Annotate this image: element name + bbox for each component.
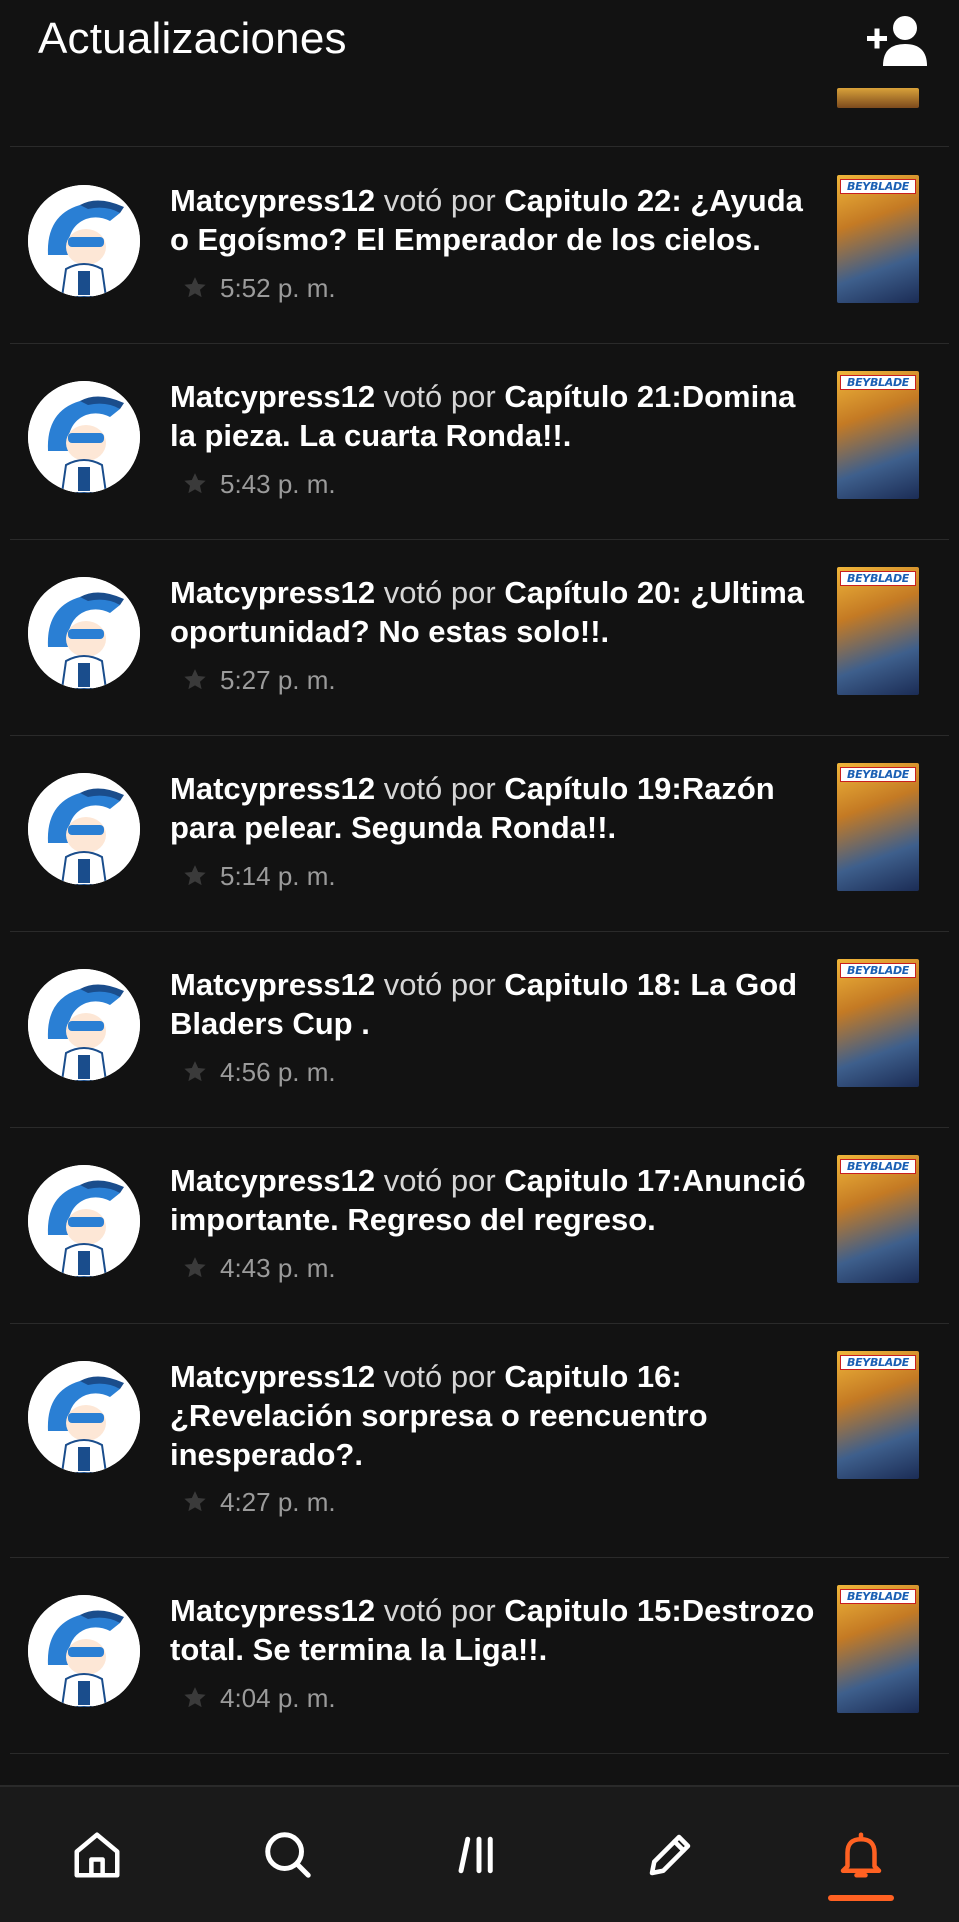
avatar[interactable] [28,1165,140,1277]
nav-notifications[interactable] [806,1807,916,1907]
activity-text: Matcypress12 votó por Capitulo 18: La Go… [170,965,826,1043]
star-icon [182,471,208,497]
username-link[interactable]: Matcypress12 [170,771,375,806]
cover-title: BEYBLADE [840,1159,916,1174]
activity-text: Matcypress12 votó por Capitulo 16: ¿Reve… [170,1357,826,1474]
story-cover[interactable]: BEYBLADE [837,1585,919,1713]
search-icon [261,1828,315,1887]
star-icon [182,1685,208,1711]
list-item[interactable]: Matcypress12 votó por Capítulo 20: ¿Ulti… [10,539,949,736]
username-link[interactable]: Matcypress12 [170,1163,375,1198]
avatar[interactable] [28,381,140,493]
list-item[interactable]: Matcypress12 votó por Capitulo 17:Anunci… [10,1127,949,1324]
cover-title: BEYBLADE [840,179,916,194]
star-icon [182,667,208,693]
list-item[interactable]: Matcypress12 votó por Capitulo 18: La Go… [10,931,949,1128]
activity-verb: votó por [375,1359,505,1394]
page-title: Actualizaciones [38,14,347,63]
avatar[interactable] [28,185,140,297]
activity-feed[interactable]: Matcypress12 votó por Capitulo 22: ¿Ayud… [0,0,959,1785]
add-user-icon [865,16,931,72]
activity-meta: 5:52 p. m. [182,271,336,305]
star-icon [182,1059,208,1085]
activity-verb: votó por [375,183,505,218]
activity-verb: votó por [375,575,505,610]
list-item[interactable]: Matcypress12 votó por Capitulo 15:Destro… [10,1557,949,1754]
list-item[interactable]: Matcypress12 votó por Capítulo 21:Domina… [10,343,949,540]
cover-title: BEYBLADE [840,375,916,390]
activity-meta: 5:27 p. m. [182,663,336,697]
cover-title: BEYBLADE [840,571,916,586]
timestamp: 4:56 p. m. [220,1057,336,1087]
timestamp: 5:14 p. m. [220,861,336,891]
activity-verb: votó por [375,379,505,414]
cover-title: BEYBLADE [840,1355,916,1370]
bottom-navigation [0,1785,959,1922]
nav-search[interactable] [233,1807,343,1907]
story-cover[interactable] [837,88,919,108]
star-icon [182,275,208,301]
activity-meta: 4:43 p. m. [182,1251,336,1285]
activity-text: Matcypress12 votó por Capítulo 21:Domina… [170,377,826,455]
timestamp: 4:43 p. m. [220,1253,336,1283]
list-item[interactable]: Matcypress12 votó por Capitulo 16: ¿Reve… [10,1323,949,1558]
list-item[interactable]: Matcypress12 votó por Capitulo 22: ¿Ayud… [10,147,949,344]
story-cover[interactable]: BEYBLADE [837,763,919,891]
star-icon [182,1255,208,1281]
username-link[interactable]: Matcypress12 [170,183,375,218]
avatar[interactable] [28,1361,140,1473]
nav-home[interactable] [42,1807,152,1907]
username-link[interactable]: Matcypress12 [170,1593,375,1628]
add-friend-button[interactable] [865,12,931,68]
timestamp: 4:04 p. m. [220,1683,336,1713]
activity-verb: votó por [375,967,505,1002]
timestamp: 5:52 p. m. [220,273,336,303]
story-cover[interactable]: BEYBLADE [837,959,919,1087]
activity-text: Matcypress12 votó por Capitulo 15:Destro… [170,1591,826,1669]
cover-title: BEYBLADE [840,1589,916,1604]
list-item[interactable] [10,88,949,147]
cover-title: BEYBLADE [840,963,916,978]
story-cover[interactable]: BEYBLADE [837,175,919,303]
avatar[interactable] [28,969,140,1081]
timestamp: 5:27 p. m. [220,665,336,695]
story-cover[interactable]: BEYBLADE [837,371,919,499]
activity-text: Matcypress12 votó por Capítulo 20: ¿Ulti… [170,573,826,651]
activity-text: Matcypress12 votó por Capitulo 17:Anunci… [170,1161,826,1239]
avatar[interactable] [28,1595,140,1707]
story-cover[interactable]: BEYBLADE [837,1155,919,1283]
pencil-icon [643,1828,697,1887]
activity-meta: 5:43 p. m. [182,467,336,501]
cover-title: BEYBLADE [840,767,916,782]
activity-meta: 5:14 p. m. [182,859,336,893]
star-icon [182,1489,208,1515]
activity-text: Matcypress12 votó por Capitulo 22: ¿Ayud… [170,181,826,259]
username-link[interactable]: Matcypress12 [170,575,375,610]
timestamp: 4:27 p. m. [220,1487,336,1517]
library-icon [452,1828,506,1887]
timestamp: 5:43 p. m. [220,469,336,499]
bell-icon [834,1828,888,1887]
avatar[interactable] [28,577,140,689]
activity-meta: 4:56 p. m. [182,1055,336,1089]
star-icon [182,863,208,889]
activity-meta: 4:04 p. m. [182,1681,336,1715]
story-cover[interactable]: BEYBLADE [837,567,919,695]
nav-write[interactable] [615,1807,725,1907]
home-icon [70,1828,124,1887]
username-link[interactable]: Matcypress12 [170,1359,375,1394]
app-header: Actualizaciones [0,0,959,88]
activity-verb: votó por [375,1163,505,1198]
username-link[interactable]: Matcypress12 [170,379,375,414]
activity-text: Matcypress12 votó por Capítulo 19:Razón … [170,769,826,847]
activity-verb: votó por [375,771,505,806]
avatar[interactable] [28,773,140,885]
activity-meta: 4:27 p. m. [182,1485,336,1519]
story-cover[interactable]: BEYBLADE [837,1351,919,1479]
list-item[interactable]: Matcypress12 votó por Capítulo 19:Razón … [10,735,949,932]
username-link[interactable]: Matcypress12 [170,967,375,1002]
activity-verb: votó por [375,1593,505,1628]
active-tab-indicator [828,1895,894,1901]
nav-library[interactable] [424,1807,534,1907]
